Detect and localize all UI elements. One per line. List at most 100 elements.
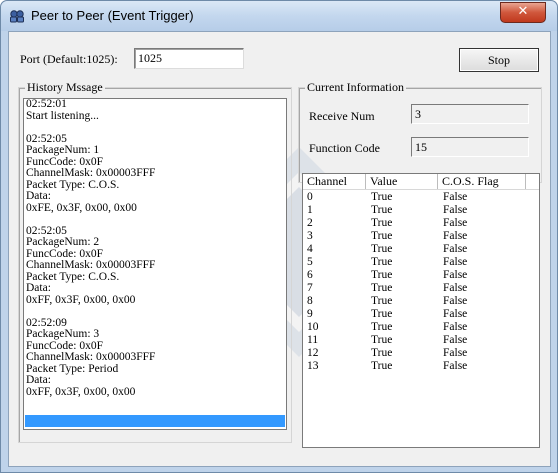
- cell-channel: 7: [307, 282, 313, 294]
- column-header-value[interactable]: Value: [366, 174, 438, 189]
- cell-cos-flag: False: [443, 204, 468, 216]
- table-row[interactable]: 7 True False: [303, 282, 539, 295]
- current-info-legend: Current Information: [305, 80, 406, 95]
- cell-cos-flag: False: [443, 191, 468, 203]
- channel-listview[interactable]: Channel Value C.O.S. Flag 0 True False 1 Tru…: [302, 173, 540, 448]
- cell-channel: 4: [307, 243, 313, 255]
- listview-header: Channel Value C.O.S. Flag: [303, 174, 539, 190]
- cell-channel: 0: [307, 191, 313, 203]
- cell-value: True: [371, 295, 393, 307]
- table-row[interactable]: 10 True False: [303, 321, 539, 334]
- close-icon: ✕: [517, 4, 529, 19]
- history-line: Data:: [26, 374, 51, 386]
- table-row[interactable]: 5 True False: [303, 256, 539, 269]
- cell-value: True: [371, 334, 393, 346]
- table-row[interactable]: 6 True False: [303, 269, 539, 282]
- cell-value: True: [371, 321, 393, 333]
- history-line: [24, 214, 286, 226]
- table-row[interactable]: 3 True False: [303, 230, 539, 243]
- history-line: [24, 122, 286, 134]
- cell-channel: 11: [307, 334, 319, 346]
- cell-channel: 1: [307, 204, 313, 216]
- history-line: Start listening...: [26, 109, 99, 122]
- history-line: 0xFF, 0x3F, 0x00, 0x00: [26, 293, 136, 306]
- history-line: Packet Type: C.O.S.: [26, 270, 120, 283]
- history-line: Data:: [26, 282, 51, 294]
- cell-channel: 13: [307, 360, 319, 372]
- cell-channel: 12: [307, 347, 319, 359]
- cell-channel: 10: [307, 321, 319, 333]
- port-label: Port (Default:1025):: [20, 52, 118, 66]
- function-code-value: 15: [415, 140, 427, 154]
- app-window: Peer to Peer (Event Trigger) ✕ Port (Def…: [0, 0, 558, 473]
- cell-cos-flag: False: [443, 269, 468, 281]
- column-header-channel[interactable]: Channel: [303, 174, 366, 189]
- column-header-cos-flag[interactable]: C.O.S. Flag: [438, 174, 526, 189]
- table-row[interactable]: 0 True False: [303, 191, 539, 204]
- cell-cos-flag: False: [443, 243, 468, 255]
- cell-channel: 8: [307, 295, 313, 307]
- cell-channel: 6: [307, 269, 313, 281]
- title-bar[interactable]: Peer to Peer (Event Trigger) ✕: [1, 1, 557, 31]
- function-code-field[interactable]: 15: [411, 137, 529, 157]
- cell-cos-flag: False: [443, 295, 468, 307]
- history-line: PackageNum: 1: [26, 144, 100, 156]
- cell-value: True: [371, 204, 393, 216]
- history-lines: 02:52:01 Start listening... 02:52:05 Packag…: [24, 99, 286, 398]
- table-row[interactable]: 11 True False: [303, 334, 539, 347]
- function-code-label: Function Code: [309, 141, 380, 155]
- cell-channel: 3: [307, 230, 313, 242]
- window-title: Peer to Peer (Event Trigger): [31, 8, 194, 23]
- history-line: Packet Type: C.O.S.: [26, 178, 120, 191]
- history-line: PackageNum: 2: [26, 236, 100, 248]
- cell-value: True: [371, 243, 393, 255]
- port-input-value: 1025: [138, 51, 162, 65]
- cell-value: True: [371, 230, 393, 242]
- close-button[interactable]: ✕: [500, 2, 546, 23]
- cell-value: True: [371, 269, 393, 281]
- history-line: Data:: [26, 190, 51, 202]
- table-row[interactable]: 9 True False: [303, 308, 539, 321]
- history-line: PackageNum: 3: [26, 328, 100, 340]
- table-row[interactable]: 8 True False: [303, 295, 539, 308]
- history-listbox[interactable]: 02:52:01 Start listening... 02:52:05 Packag…: [23, 98, 287, 430]
- receive-num-value: 3: [415, 107, 421, 121]
- cell-value: True: [371, 217, 393, 229]
- history-line: ChannelMask: 0x00003FFF: [26, 167, 156, 179]
- cell-cos-flag: False: [443, 217, 468, 229]
- cell-cos-flag: False: [443, 347, 468, 359]
- history-line: [24, 306, 286, 318]
- receive-num-field[interactable]: 3: [411, 104, 529, 124]
- history-line: Packet Type: Period: [26, 362, 119, 375]
- history-legend: History Mssage: [25, 80, 105, 95]
- receive-num-label: Receive Num: [309, 109, 375, 123]
- network-peers-icon: [10, 10, 24, 23]
- cell-cos-flag: False: [443, 230, 468, 242]
- history-line: ChannelMask: 0x00003FFF: [26, 351, 156, 363]
- cell-cos-flag: False: [443, 321, 468, 333]
- history-line: 0xFE, 0x3F, 0x00, 0x00: [26, 201, 137, 214]
- table-row[interactable]: 2 True False: [303, 217, 539, 230]
- cell-cos-flag: False: [443, 308, 468, 320]
- history-line: 0xFF, 0x3F, 0x00, 0x00: [26, 385, 136, 398]
- cell-value: True: [371, 191, 393, 203]
- dialog-client-area: Port (Default:1025): 1025 Stop History M…: [8, 31, 551, 467]
- cell-value: True: [371, 347, 393, 359]
- table-row[interactable]: 1 True False: [303, 204, 539, 217]
- table-row[interactable]: 4 True False: [303, 243, 539, 256]
- cell-channel: 5: [307, 256, 313, 268]
- cell-value: True: [371, 256, 393, 268]
- table-row[interactable]: 13 True False: [303, 360, 539, 373]
- history-selected-row[interactable]: [25, 415, 285, 427]
- current-info-group: Current Information: [298, 80, 542, 183]
- port-input[interactable]: 1025: [134, 48, 244, 69]
- cell-cos-flag: False: [443, 360, 468, 372]
- cell-value: True: [371, 282, 393, 294]
- stop-button[interactable]: Stop: [459, 48, 539, 72]
- cell-channel: 9: [307, 308, 313, 320]
- table-row[interactable]: 12 True False: [303, 347, 539, 360]
- cell-cos-flag: False: [443, 334, 468, 346]
- history-line: 02:52:01: [26, 98, 67, 110]
- cell-value: True: [371, 308, 393, 320]
- cell-value: True: [371, 360, 393, 372]
